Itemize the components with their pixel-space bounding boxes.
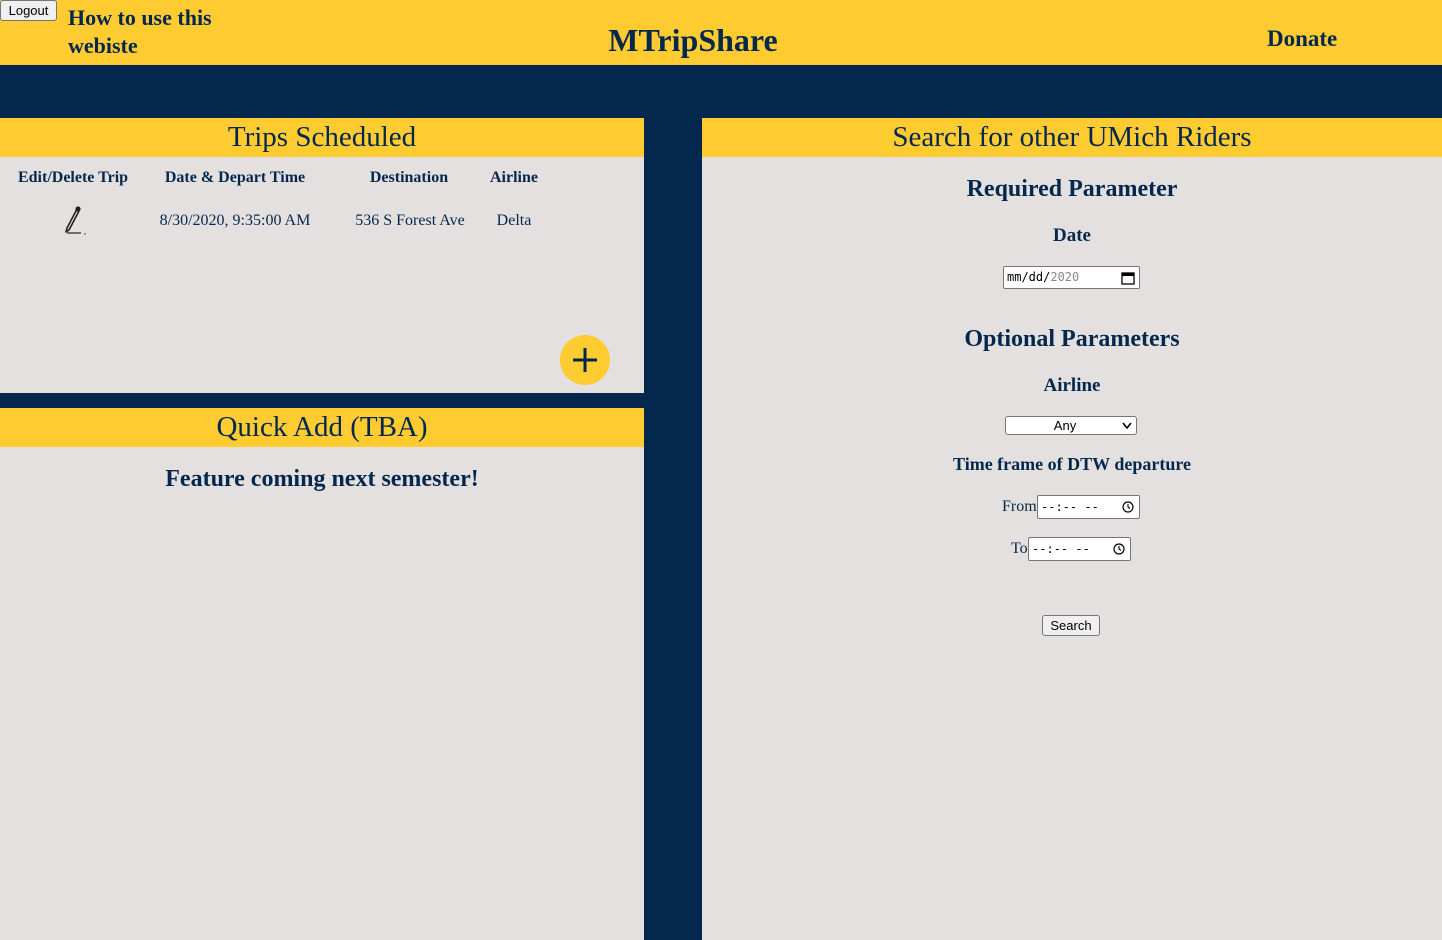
trip-airline: Delta — [496, 212, 532, 229]
search-button[interactable]: Search — [1042, 615, 1100, 636]
coming-soon-message: Feature coming next semester! — [165, 466, 479, 492]
top-header: Logout How to use this webiste MTripShar… — [0, 0, 1442, 65]
column-header-airline: Airline — [490, 169, 538, 186]
airline-label: Airline — [1043, 375, 1101, 396]
search-riders-heading: Search for other UMich Riders — [702, 118, 1442, 157]
site-title: MTripShare — [608, 22, 778, 58]
time-frame-label: Time frame of DTW departure — [953, 454, 1191, 474]
date-input[interactable]: mm/dd/2020 — [1003, 266, 1140, 289]
from-time-value: --:-- -- — [1041, 500, 1099, 514]
date-format: mm/dd/ — [1007, 270, 1051, 284]
to-label: To — [1011, 540, 1028, 557]
quick-add-panel: Quick Add (TBA) Feature coming next seme… — [0, 408, 644, 940]
trip-datetime: 8/30/2020, 9:35:00 AM — [159, 212, 311, 229]
from-label: From — [1002, 498, 1037, 515]
required-parameter-heading: Required Parameter — [966, 176, 1178, 202]
calendar-icon[interactable] — [1121, 271, 1135, 285]
clock-icon[interactable] — [1113, 543, 1125, 555]
to-time-input[interactable]: --:-- -- — [1028, 537, 1131, 561]
quick-add-heading: Quick Add (TBA) — [0, 408, 644, 447]
date-label: Date — [1053, 225, 1091, 246]
column-header-date-depart: Date & Depart Time — [164, 169, 306, 186]
trips-scheduled-panel: Trips Scheduled Edit/Delete Trip Date & … — [0, 118, 644, 393]
chevron-down-icon — [1122, 422, 1132, 430]
trip-destination: 536 S Forest Ave — [355, 212, 465, 229]
airline-select[interactable]: Any — [1005, 416, 1137, 435]
search-riders-panel: Search for other UMich Riders Required P… — [702, 118, 1442, 940]
plus-icon — [573, 348, 597, 372]
column-header-edit-delete: Edit/Delete Trip — [17, 169, 129, 186]
clock-icon[interactable] — [1122, 501, 1134, 513]
trips-scheduled-heading: Trips Scheduled — [0, 118, 644, 157]
from-time-input[interactable]: --:-- -- — [1037, 495, 1140, 519]
date-year: 2020 — [1050, 270, 1080, 284]
logout-button[interactable]: Logout — [0, 0, 57, 21]
optional-parameters-heading: Optional Parameters — [964, 326, 1180, 352]
airline-selected-value: Any — [1053, 418, 1077, 433]
pencil-icon[interactable] — [58, 204, 88, 236]
column-header-destination: Destination — [369, 169, 449, 186]
to-time-value: --:-- -- — [1032, 542, 1090, 556]
donate-link[interactable]: Donate — [1267, 26, 1337, 52]
add-trip-button[interactable] — [560, 335, 610, 385]
